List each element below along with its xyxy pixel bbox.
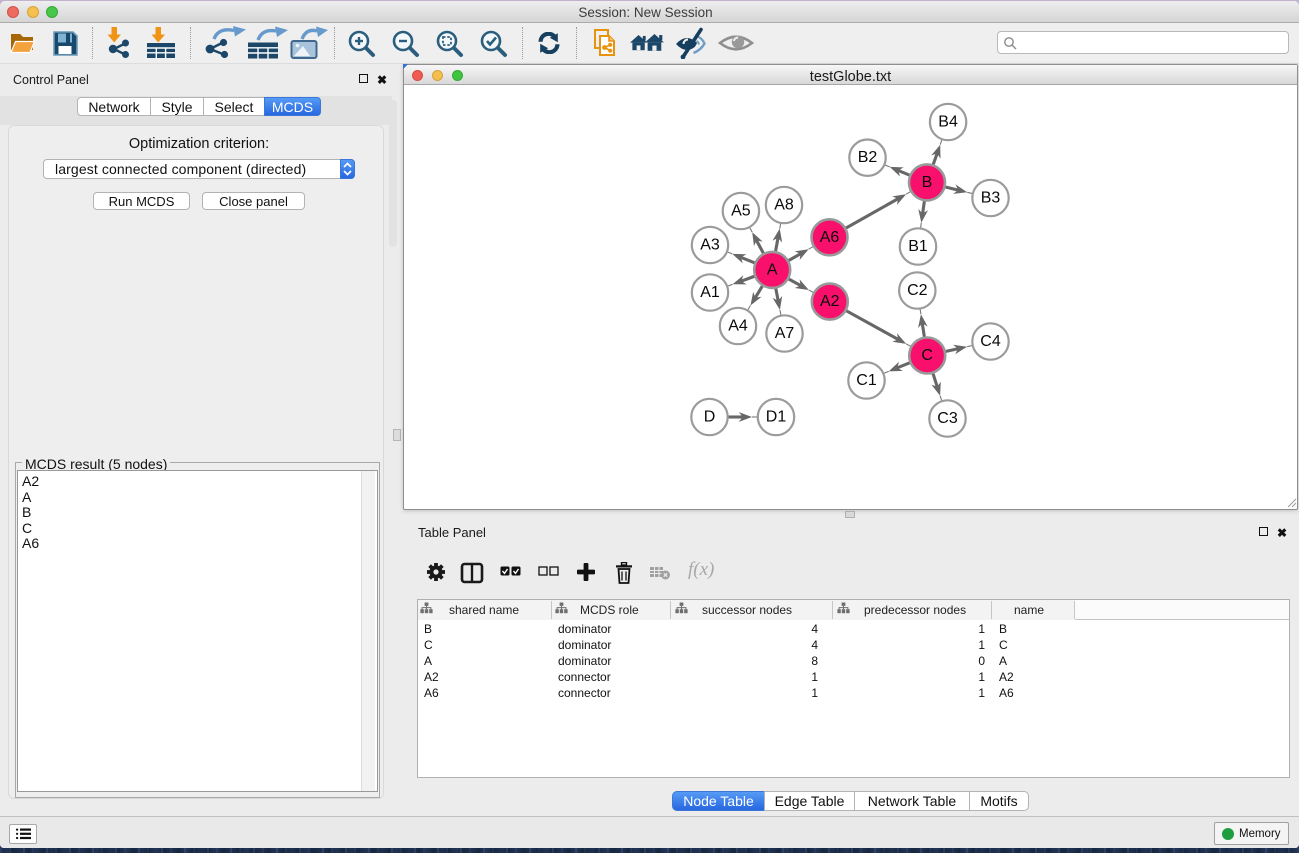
svg-text:A4: A4 — [728, 318, 748, 335]
svg-text:A3: A3 — [700, 237, 720, 254]
svg-text:C2: C2 — [907, 282, 928, 299]
svg-text:B3: B3 — [981, 190, 1001, 207]
svg-text:A1: A1 — [700, 284, 720, 301]
svg-text:B: B — [922, 174, 933, 191]
svg-text:C3: C3 — [937, 410, 958, 427]
svg-text:A2: A2 — [820, 293, 840, 310]
svg-text:B1: B1 — [908, 238, 928, 255]
svg-text:A: A — [767, 261, 778, 278]
svg-text:A5: A5 — [731, 203, 751, 220]
svg-text:C1: C1 — [856, 372, 877, 389]
svg-text:A7: A7 — [775, 325, 795, 342]
svg-text:A6: A6 — [820, 229, 840, 246]
svg-text:D1: D1 — [766, 409, 787, 426]
svg-text:B2: B2 — [858, 149, 878, 166]
svg-text:B4: B4 — [938, 114, 958, 131]
svg-text:A8: A8 — [774, 197, 794, 214]
svg-text:C4: C4 — [980, 333, 1001, 350]
svg-text:C: C — [921, 347, 933, 364]
svg-text:D: D — [704, 409, 716, 426]
